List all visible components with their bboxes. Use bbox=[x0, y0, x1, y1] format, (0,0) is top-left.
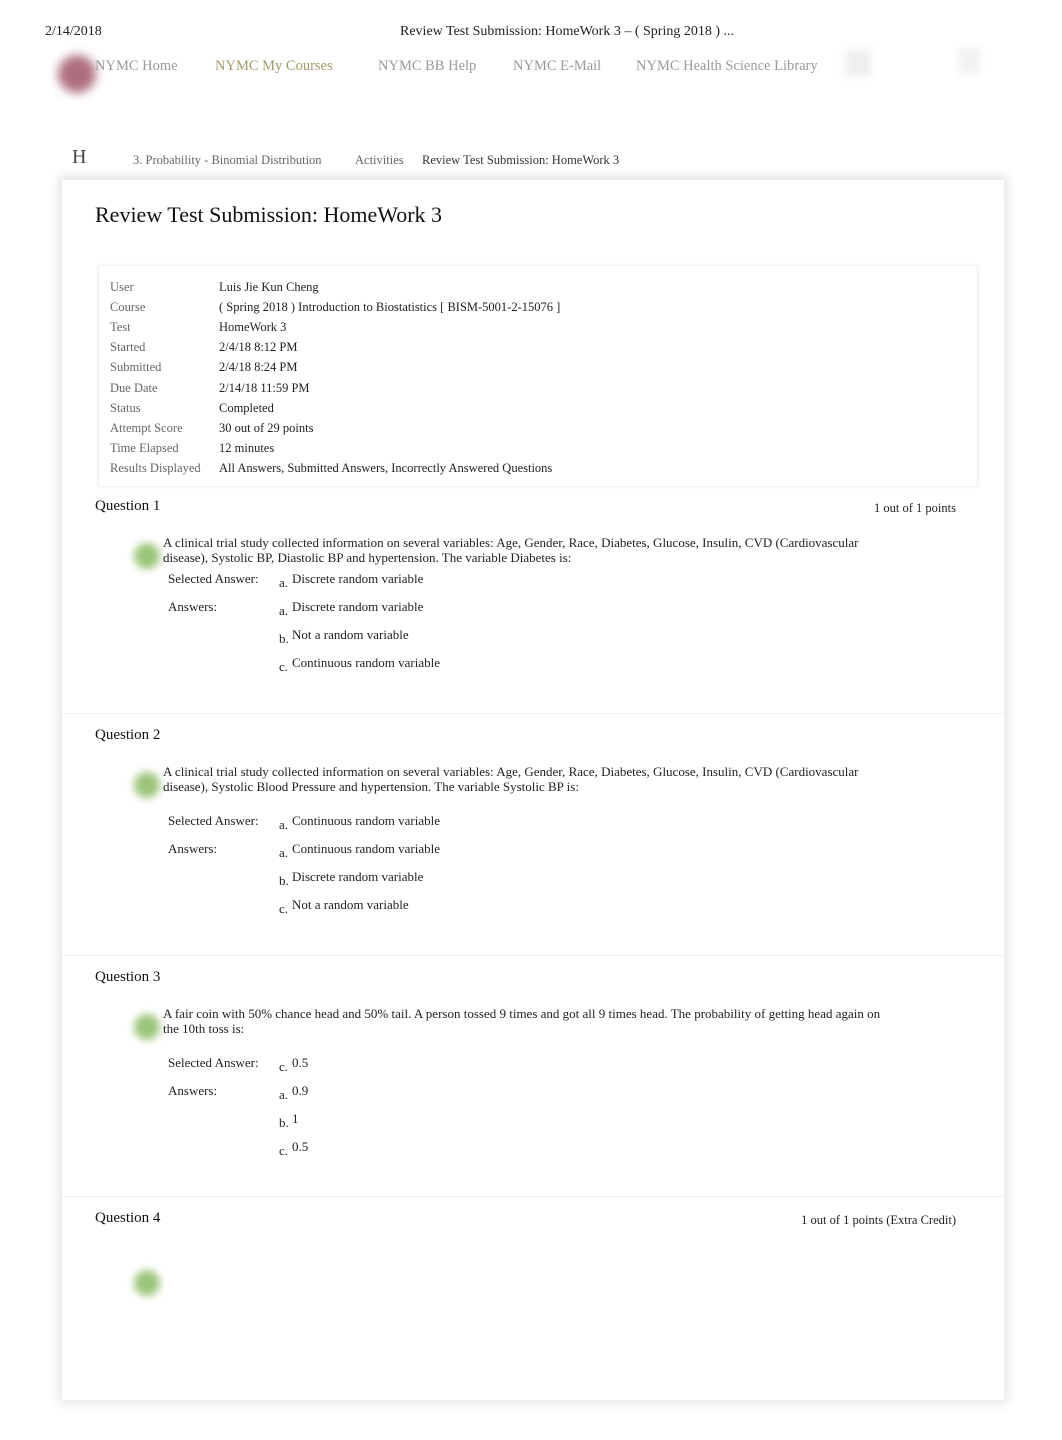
question-title: Question 3 bbox=[95, 969, 161, 985]
answer-option: Discrete random variable bbox=[292, 869, 424, 884]
answer-letter: b. bbox=[279, 631, 289, 646]
nymc-logo[interactable] bbox=[58, 55, 96, 93]
home-icon[interactable]: H bbox=[72, 146, 86, 169]
correct-icon bbox=[134, 1014, 160, 1040]
summary-label: Status bbox=[110, 400, 141, 415]
nav-nymc-email[interactable]: NYMC E-Mail bbox=[513, 58, 601, 75]
selected-answer: Discrete random variable bbox=[292, 571, 424, 586]
answer-letter: a. bbox=[279, 575, 289, 590]
summary-value: 12 minutes bbox=[219, 440, 275, 455]
answer-letter: a. bbox=[279, 845, 289, 860]
question-points: 1 out of 1 points (Extra Credit) bbox=[801, 1213, 956, 1227]
summary-label: Attempt Score bbox=[110, 420, 183, 435]
question-2: Question 2 A clinical trial study collect… bbox=[62, 713, 1004, 957]
selected-answer: 0.5 bbox=[292, 1055, 309, 1070]
summary-label: Time Elapsed bbox=[110, 440, 179, 455]
divider bbox=[62, 1196, 1004, 1197]
summary-label: User bbox=[110, 280, 134, 294]
answer-option: 0.9 bbox=[292, 1083, 309, 1098]
divider bbox=[62, 955, 1004, 956]
print-page-title: Review Test Submission: HomeWork 3 – ( S… bbox=[400, 24, 735, 39]
correct-icon bbox=[134, 1270, 160, 1296]
answer-letter: c. bbox=[279, 1059, 289, 1074]
answers-label: Answers: bbox=[168, 1083, 218, 1098]
answer-letter: c. bbox=[279, 901, 289, 916]
breadcrumb-item[interactable]: Activities bbox=[355, 153, 404, 168]
question-4: Question 4 1 out of 1 points (Extra Credi… bbox=[62, 1196, 1004, 1440]
selected-answer-label: Selected Answer: bbox=[168, 813, 259, 828]
answer-letter: a. bbox=[279, 1087, 289, 1102]
summary-label: Submitted bbox=[110, 360, 162, 375]
logout-icon[interactable] bbox=[958, 48, 980, 74]
user-icon[interactable] bbox=[845, 50, 871, 76]
question-3: Question 3 A fair coin with 50% chance he… bbox=[62, 955, 1004, 1199]
answer-letter: c. bbox=[279, 659, 289, 674]
selected-answer-label: Selected Answer: bbox=[168, 571, 259, 586]
answer-option: Continuous random variable bbox=[292, 655, 441, 670]
page-title: Review Test Submission: HomeWork 3 bbox=[95, 202, 443, 227]
answer-letter: b. bbox=[279, 873, 289, 888]
summary-label: Results Displayed bbox=[110, 460, 201, 475]
question-title: Question 2 bbox=[95, 727, 161, 743]
question-title: Question 4 bbox=[95, 1210, 161, 1226]
answer-option: 1 bbox=[292, 1111, 299, 1126]
summary-label: Started bbox=[110, 340, 146, 355]
answer-option: Not a random variable bbox=[292, 897, 409, 912]
summary-value: 2/4/18 8:24 PM bbox=[219, 360, 298, 375]
question-text: A clinical trial study collected informa… bbox=[163, 535, 859, 565]
question-1: Question 1 1 out of 1 points A clinical tr… bbox=[62, 498, 1004, 728]
nav-nymc-library[interactable]: NYMC Health Science Library bbox=[636, 58, 818, 75]
nav-nymc-bb-help[interactable]: NYMC BB Help bbox=[378, 58, 476, 75]
answer-option: Discrete random variable bbox=[292, 599, 424, 614]
summary-value: HomeWork 3 bbox=[219, 320, 287, 335]
answers-label: Answers: bbox=[168, 841, 218, 856]
correct-icon bbox=[134, 543, 160, 569]
summary-value: All Answers, Submitted Answers, Incorrec… bbox=[219, 460, 553, 475]
question-text: A fair coin with 50% chance head and 50%… bbox=[163, 1006, 881, 1036]
summary-value: 2/14/18 11:59 PM bbox=[219, 380, 310, 395]
summary-label: Due Date bbox=[110, 380, 158, 395]
summary-label: Course bbox=[110, 300, 146, 315]
question-points: 1 out of 1 points bbox=[874, 501, 956, 515]
nav-nymc-home[interactable]: NYMC Home bbox=[95, 58, 178, 75]
summary-value: 30 out of 29 points bbox=[219, 420, 314, 435]
question-text: A clinical trial study collected informa… bbox=[163, 764, 859, 794]
answer-letter: a. bbox=[279, 603, 289, 618]
answer-letter: a. bbox=[279, 817, 289, 832]
divider bbox=[62, 713, 1004, 714]
summary-value: ( Spring 2018 ) Introduction to Biostati… bbox=[219, 300, 561, 315]
answer-letter: b. bbox=[279, 1115, 289, 1130]
question-title: Question 1 bbox=[95, 498, 161, 514]
summary-value: Luis Jie Kun Cheng bbox=[219, 280, 319, 294]
summary-label: Test bbox=[110, 320, 131, 335]
correct-icon bbox=[134, 772, 160, 798]
answer-option: 0.5 bbox=[292, 1139, 309, 1154]
print-date: 2/14/2018 bbox=[45, 24, 102, 39]
breadcrumb-item[interactable]: 3. Probability - Binomial Distribution bbox=[133, 153, 322, 168]
answer-letter: c. bbox=[279, 1143, 289, 1158]
answer-option: Continuous random variable bbox=[292, 841, 441, 856]
nav-nymc-my-courses[interactable]: NYMC My Courses bbox=[215, 58, 333, 75]
selected-answer-label: Selected Answer: bbox=[168, 1055, 259, 1070]
selected-answer: Continuous random variable bbox=[292, 813, 441, 828]
answers-label: Answers: bbox=[168, 599, 218, 614]
summary-value: Completed bbox=[219, 400, 274, 415]
summary-value: 2/4/18 8:12 PM bbox=[219, 340, 298, 355]
answer-option: Not a random variable bbox=[292, 627, 409, 642]
breadcrumb-current: Review Test Submission: HomeWork 3 bbox=[422, 153, 620, 167]
